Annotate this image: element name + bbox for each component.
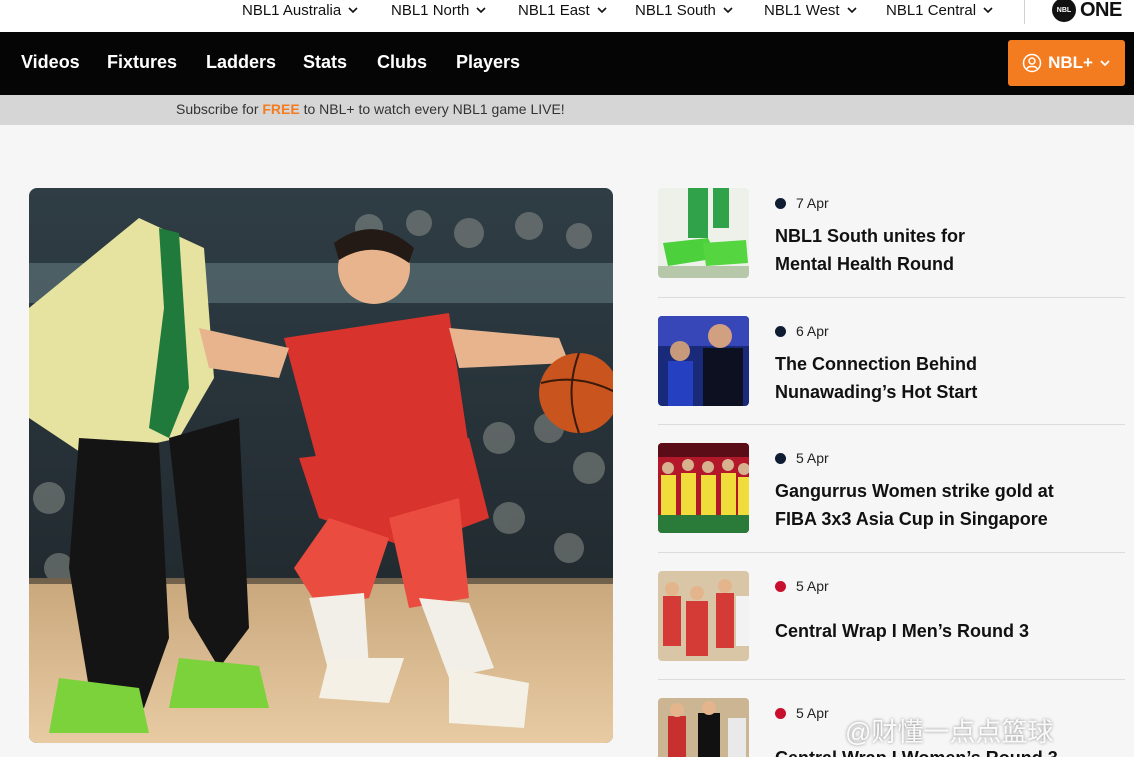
nav-videos[interactable]: Videos — [21, 32, 80, 95]
article-item[interactable]: 5 Apr Central Wrap I Men’s Round 3 — [658, 571, 1125, 661]
chevron-down-icon — [597, 7, 607, 14]
conference-nbl1-east[interactable]: NBL1 East — [518, 0, 608, 20]
article-title-line: NBL1 South unites for — [775, 226, 965, 246]
article-title[interactable]: NBL1 South unites for Mental Health Roun… — [775, 222, 1105, 278]
article-item[interactable]: 6 Apr The Connection Behind Nunawading’s… — [658, 316, 1125, 406]
article-date-text: 5 Apr — [796, 705, 829, 721]
article-thumbnail — [658, 698, 749, 757]
conference-nbl1-central[interactable]: NBL1 Central — [886, 0, 994, 20]
basketball-player-dribbling-photo — [29, 188, 613, 743]
player-and-coach-photo — [658, 316, 749, 406]
mens-game-photo — [658, 571, 749, 661]
article-divider — [658, 679, 1125, 680]
article-category-dot — [775, 197, 786, 209]
conference-bar: NBL1 Australia NBL1 North NBL1 East NBL1… — [0, 0, 1134, 32]
chevron-down-icon — [723, 7, 733, 14]
article-category-dot — [775, 452, 786, 464]
article-title[interactable]: The Connection Behind Nunawading’s Hot S… — [775, 350, 1105, 406]
conference-label: NBL1 East — [518, 1, 590, 19]
chevron-down-icon — [348, 7, 358, 14]
conference-label: NBL1 Central — [886, 1, 977, 19]
article-title-line: Gangurrus Women strike gold at — [775, 481, 1054, 501]
chevron-down-icon — [476, 7, 486, 14]
logo-text: ONE — [1080, 0, 1122, 21]
article-date-text: 5 Apr — [796, 578, 829, 594]
hero-article-image[interactable] — [29, 188, 613, 743]
article-thumbnail — [658, 443, 749, 533]
conference-nbl1-australia[interactable]: NBL1 Australia — [242, 0, 359, 20]
womens-game-photo — [658, 698, 749, 757]
article-title-line: Mental Health Round — [775, 254, 954, 274]
article-divider — [658, 297, 1125, 298]
article-thumbnail — [658, 316, 749, 406]
article-item[interactable]: 7 Apr NBL1 South unites for Mental Healt… — [658, 188, 1125, 278]
article-date: 5 Apr — [775, 705, 829, 721]
conference-label: NBL1 North — [391, 1, 470, 19]
article-divider — [658, 552, 1125, 553]
article-category-dot — [775, 707, 786, 719]
conference-nbl1-north[interactable]: NBL1 North — [391, 0, 487, 20]
chevron-down-icon — [847, 7, 857, 14]
article-category-dot — [775, 325, 786, 337]
article-date-text: 6 Apr — [796, 323, 829, 339]
nbl-plus-label: NBL+ — [1048, 53, 1093, 72]
article-category-dot — [775, 580, 786, 592]
article-item[interactable]: 5 Apr Gangurrus Women strike gold at FIB… — [658, 443, 1125, 533]
nbl-one-logo[interactable]: NBL ONE — [1052, 0, 1122, 22]
article-date-text: 5 Apr — [796, 450, 829, 466]
subscribe-banner[interactable]: Subscribe for FREE to NBL+ to watch ever… — [0, 95, 1134, 125]
nbl-plus-button[interactable]: NBL+ — [1008, 40, 1125, 86]
team-celebration-photo — [658, 443, 749, 533]
conference-nbl1-west[interactable]: NBL1 West — [764, 0, 858, 20]
article-title-line: Central Wrap I Men’s Round 3 — [775, 621, 1030, 641]
nav-stats[interactable]: Stats — [303, 32, 347, 95]
nav-ladders[interactable]: Ladders — [206, 32, 276, 95]
article-title[interactable]: Gangurrus Women strike gold at FIBA 3x3 … — [775, 477, 1105, 533]
article-date: 5 Apr — [775, 450, 829, 466]
subscribe-text: Subscribe for — [176, 101, 263, 117]
chevron-down-icon — [983, 7, 993, 14]
subscribe-message: Subscribe for FREE to NBL+ to watch ever… — [176, 101, 565, 117]
conference-label: NBL1 West — [764, 1, 840, 19]
watermark-text: @财懂一点点篮球 — [845, 717, 1054, 747]
conference-label: NBL1 South — [635, 1, 716, 19]
chevron-down-icon — [1100, 60, 1110, 67]
article-date-text: 7 Apr — [796, 195, 829, 211]
main-nav: Videos Fixtures Ladders Stats Clubs Play… — [0, 32, 1134, 95]
user-icon — [1022, 53, 1042, 73]
conference-nbl1-south[interactable]: NBL1 South — [635, 0, 734, 20]
article-thumbnail — [658, 188, 749, 278]
subscribe-free-highlight: FREE — [262, 101, 300, 117]
article-title[interactable]: Central Wrap I Men’s Round 3 — [775, 617, 1105, 645]
article-title-line: Nunawading’s Hot Start — [775, 382, 978, 402]
conference-label: NBL1 Australia — [242, 1, 342, 19]
article-title-line: FIBA 3x3 Asia Cup in Singapore — [775, 509, 1048, 529]
article-date: 5 Apr — [775, 578, 829, 594]
article-date: 7 Apr — [775, 195, 829, 211]
divider — [1024, 0, 1025, 24]
watermark: @财懂一点点篮球 — [845, 712, 1053, 749]
nbl-ball-logo-icon: NBL — [1052, 0, 1076, 22]
logo-badge-text: NBL — [1056, 6, 1072, 14]
green-sneakers-photo — [658, 188, 749, 278]
subscribe-text: to NBL+ to watch every NBL1 game LIVE! — [299, 101, 565, 117]
article-divider — [658, 424, 1125, 425]
article-thumbnail — [658, 571, 749, 661]
article-title-line: The Connection Behind — [775, 354, 977, 374]
article-date: 6 Apr — [775, 323, 829, 339]
nav-players[interactable]: Players — [456, 32, 520, 95]
nav-fixtures[interactable]: Fixtures — [107, 32, 177, 95]
nav-clubs[interactable]: Clubs — [377, 32, 427, 95]
